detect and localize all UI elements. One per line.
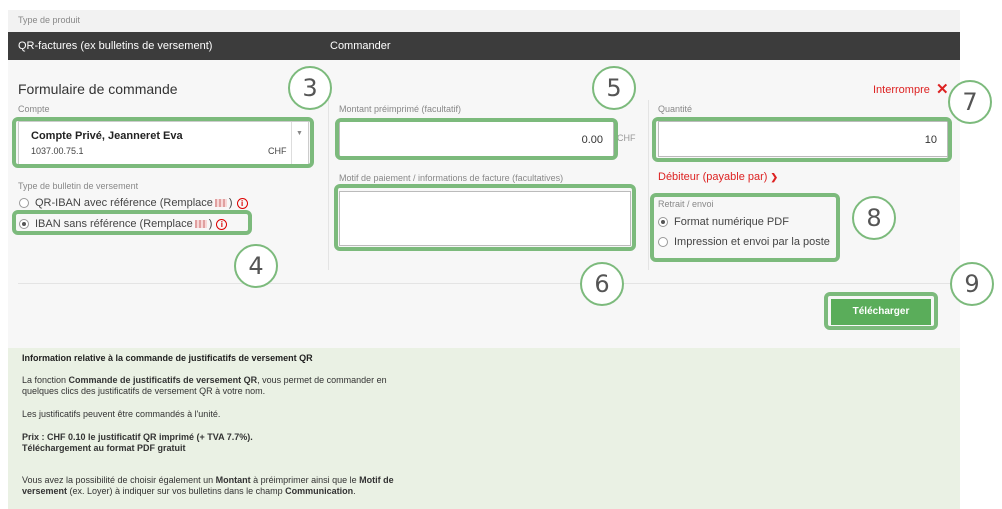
info-bold: Motif de — [359, 475, 394, 485]
amount-currency: CHF — [617, 133, 636, 143]
callout-3: 3 — [288, 66, 332, 110]
info-paragraph-3: Prix : CHF 0.10 le justificatif QR impri… — [22, 432, 253, 454]
info-bold: Communication — [285, 486, 354, 496]
highlight-download — [824, 292, 938, 330]
product-type-header: Type de produit — [8, 10, 960, 32]
column-divider — [328, 100, 329, 270]
slip-option-qr-iban[interactable]: QR-IBAN avec référence (Remplace ) i — [19, 197, 248, 209]
info-text: . — [353, 486, 356, 496]
amount-label: Montant préimprimé (facultatif) — [339, 104, 462, 114]
info-panel: Information relative à la commande de ju… — [8, 348, 960, 509]
info-paragraph-1: La fonction Commande de justificatifs de… — [22, 375, 387, 397]
column-divider — [648, 100, 649, 270]
slip-type-label: Type de bulletin de versement — [18, 181, 139, 191]
info-text: Vous avez la possibilité de choisir égal… — [22, 475, 216, 485]
info-bold: versement — [22, 486, 68, 496]
product-type-label: Type de produit — [18, 15, 81, 25]
info-text: , vous permet de commander en — [257, 375, 387, 385]
highlight-iban — [12, 210, 252, 235]
product-action: Commander — [330, 40, 391, 52]
product-name: QR-factures (ex bulletins de versement) — [18, 40, 213, 52]
quantity-label: Quantité — [658, 104, 693, 114]
interrupt-link[interactable]: Interrompre — [873, 84, 930, 96]
highlight-delivery — [650, 193, 840, 262]
info-text: La fonction — [22, 375, 69, 385]
info-text: quelques clics des justificatifs de vers… — [22, 386, 266, 396]
form-divider — [18, 283, 953, 284]
info-paragraph-2: Les justificatifs peuvent être commandés… — [22, 409, 221, 419]
motif-label: Motif de paiement / informations de fact… — [339, 173, 564, 183]
callout-8: 8 — [852, 196, 896, 240]
info-bold: Commande de justificatifs de versement Q… — [68, 375, 258, 385]
highlight-account — [12, 117, 314, 168]
slip-option-qr-iban-text: QR-IBAN avec référence (Remplace — [35, 197, 213, 209]
info-paragraph-4: Vous avez la possibilité de choisir égal… — [22, 475, 394, 497]
info-icon[interactable]: i — [236, 197, 248, 209]
callout-4: 4 — [234, 244, 278, 288]
close-icon[interactable]: ✕ — [936, 80, 949, 98]
chevron-down-icon: ❯ — [770, 172, 779, 182]
highlight-motif — [334, 184, 636, 251]
debtor-label: Débiteur (payable par) — [658, 171, 768, 183]
product-row: QR-factures (ex bulletins de versement) … — [8, 32, 960, 60]
callout-7: 7 — [948, 80, 992, 124]
callout-6: 6 — [580, 262, 624, 306]
info-text: (ex. Loyer) à indiquer sur vos bulletins… — [67, 486, 286, 496]
info-bold: Téléchargement au format PDF gratuit — [22, 443, 186, 453]
slip-option-qr-iban-suffix: ) — [228, 197, 233, 209]
callout-5: 5 — [592, 66, 636, 110]
info-bold: Prix : CHF 0.10 le justificatif QR impri… — [22, 432, 253, 442]
account-label: Compte — [18, 104, 50, 114]
highlight-amount — [335, 118, 618, 160]
radio-qr-iban[interactable] — [19, 198, 29, 208]
info-title: Information relative à la commande de ju… — [22, 353, 313, 363]
callout-9: 9 — [950, 262, 994, 306]
debtor-toggle[interactable]: Débiteur (payable par) ❯ — [658, 171, 778, 183]
highlight-quantity — [652, 117, 952, 162]
qr-slip-icon — [214, 199, 227, 207]
info-text: à préimprimer ainsi que le — [250, 475, 360, 485]
form-title: Formulaire de commande — [18, 81, 178, 97]
info-bold: Montant — [215, 475, 251, 485]
